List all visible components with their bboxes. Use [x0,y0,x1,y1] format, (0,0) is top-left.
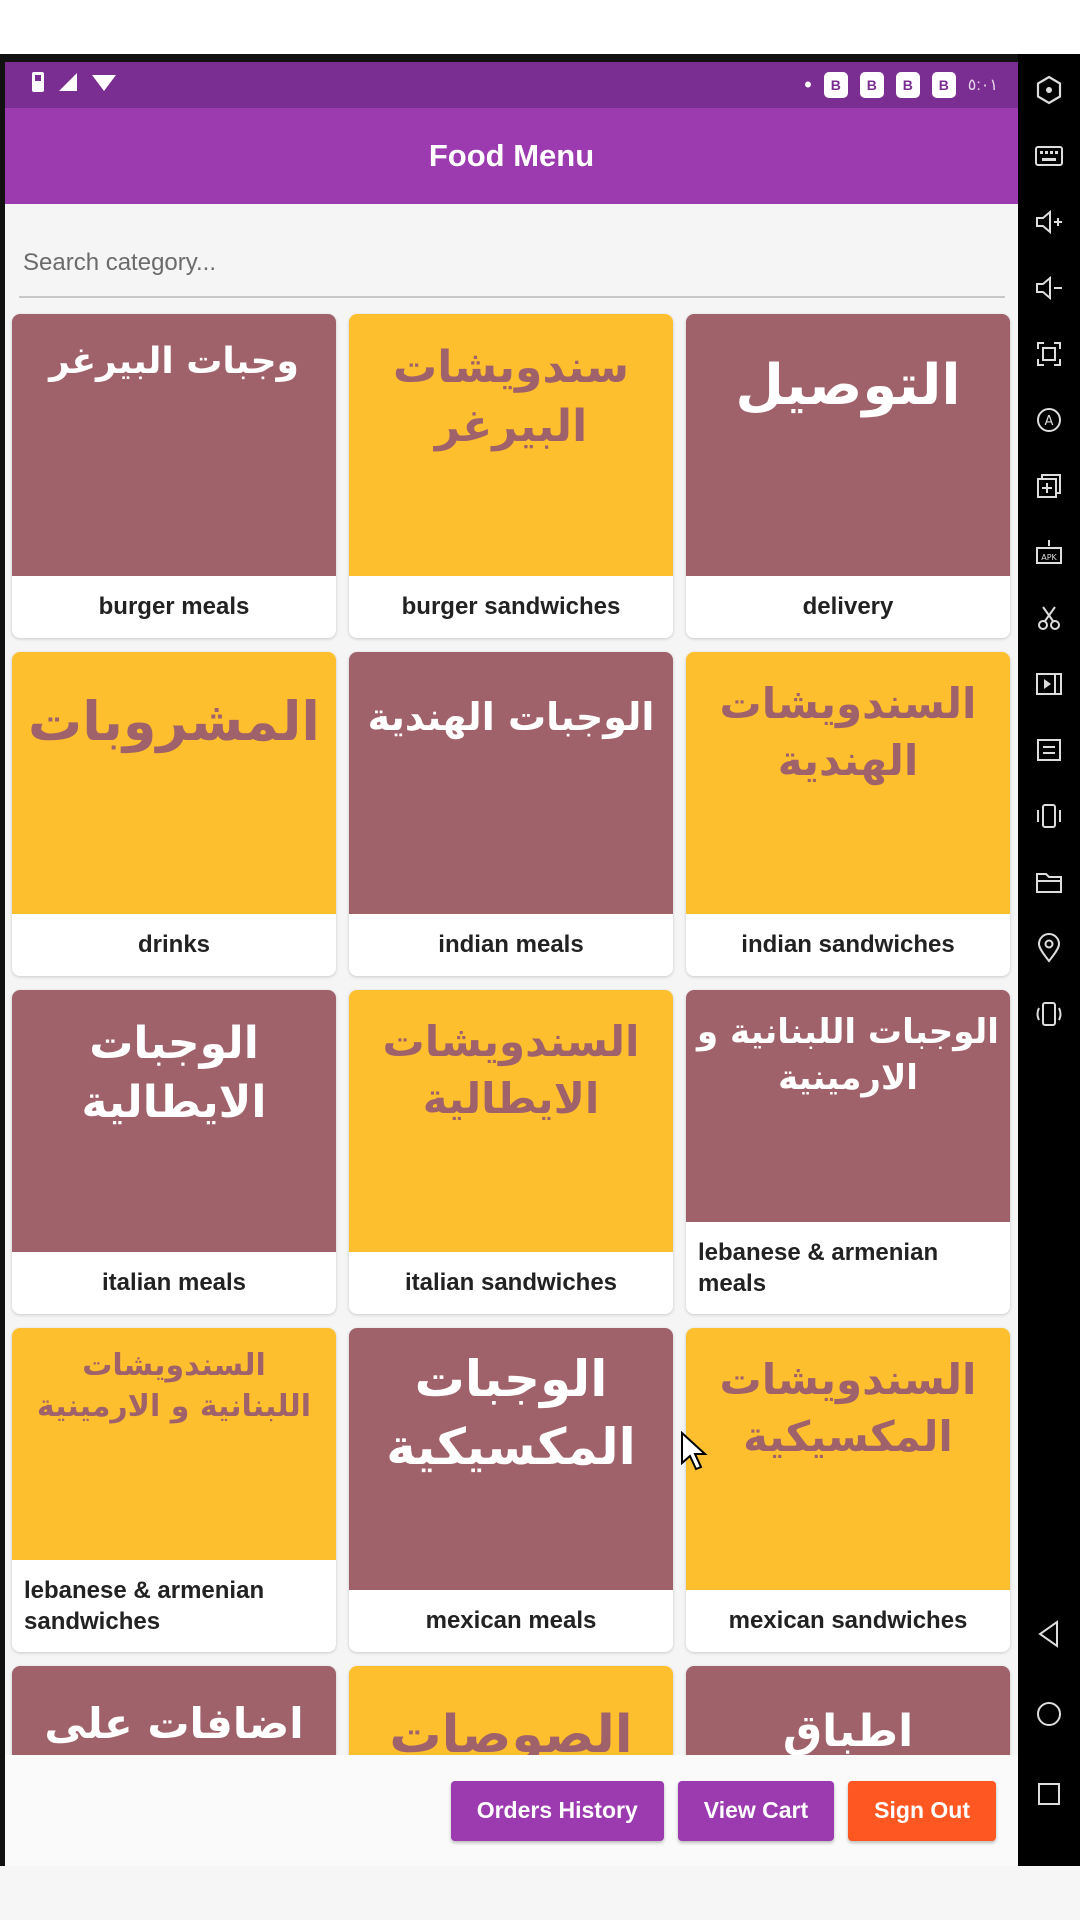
back-icon[interactable] [1029,1614,1069,1654]
category-card-lebanese-armenian-sandwiches[interactable]: السندويشات اللبنانية و الارمينية lebanes… [12,1328,336,1652]
category-label: lebanese & armenian meals [698,1238,939,1297]
recents-icon[interactable] [1029,1774,1069,1814]
category-image: المشروبات [12,652,336,914]
category-card-indian-meals[interactable]: الوجبات الهندية indian meals [349,652,673,976]
category-image: الوجبات الايطالية [12,990,336,1252]
transfer-icon[interactable] [1029,730,1069,770]
category-card-italian-sandwiches[interactable]: السندويشات الايطالية italian sandwiches [349,990,673,1314]
location-icon[interactable] [1029,928,1069,968]
category-arabic-title: المشروبات [28,690,320,753]
app-bar: Food Menu [5,108,1018,204]
category-image: وجبات البيرغر [12,314,336,576]
status-bar: • B B B B ٥:٠١ [5,62,1018,108]
category-arabic-title: السندويشات اللبنانية و الارمينية [36,1348,312,1424]
search-bar [19,230,1005,298]
category-label: indian meals [438,931,584,958]
category-label: drinks [137,931,211,958]
category-image: الوجبات المكسيكية [349,1328,673,1590]
sim-icon [31,71,45,99]
status-dot: • [804,72,812,97]
category-image: السندويشات المكسيكية [686,1328,1010,1590]
emulator-toolbar: A APK [1018,54,1080,1866]
category-arabic-title: اضافات على [44,1699,304,1748]
category-arabic-title: السندويشات الايطالية [382,1017,640,1123]
category-label: burger meals [98,593,250,620]
category-card-mexican-sandwiches[interactable]: السندويشات المكسيكية mexican sandwiches [686,1328,1010,1652]
category-image: السندويشات اللبنانية و الارمينية [12,1328,336,1560]
home-icon[interactable] [1029,1694,1069,1734]
volume-up-icon[interactable] [1029,202,1069,242]
notification-icon-1: B [823,72,848,98]
status-left [31,71,117,99]
power-icon[interactable] [1029,70,1069,110]
category-label: italian sandwiches [404,1269,618,1296]
search-input[interactable] [19,230,1005,296]
notification-icon-3: B [895,72,920,98]
bottom-blank-area [0,1866,1080,1920]
category-card-mexican-meals[interactable]: الوجبات المكسيكية mexican meals [349,1328,673,1652]
sign-out-button[interactable]: Sign Out [848,1780,996,1841]
category-card-burger-sandwiches[interactable]: سندويشات البيرغر burger sandwiches [349,314,673,638]
category-image: سندويشات البيرغر [349,314,673,576]
signal-icon [57,71,79,99]
phone-screen: • B B B B ٥:٠١ Food Menu وجبات البيرغر b… [0,54,1018,1866]
category-label: mexican meals [425,1607,597,1634]
volume-down-icon[interactable] [1029,268,1069,308]
category-image: السندويشات الايطالية [349,990,673,1252]
content-area: وجبات البيرغر burger meals سندويشات البي… [5,204,1018,1808]
category-arabic-title: التوصيل [735,353,961,418]
shake-icon[interactable] [1029,994,1069,1034]
top-blank-area [0,0,1080,54]
category-arabic-title: الوجبات الهندية [367,695,655,739]
category-arabic-title: سندويشات البيرغر [392,342,630,453]
category-arabic-title: الوجبات الايطالية [81,1018,267,1129]
category-card-indian-sandwiches[interactable]: السندويشات الهندية indian sandwiches [686,652,1010,976]
svg-text:APK: APK [1041,553,1057,562]
category-image: الوجبات الهندية [349,652,673,914]
emulator-nav [1018,1614,1080,1814]
category-label: burger sandwiches [401,593,621,620]
category-arabic-title: الوجبات اللبنانية و الارمينية [697,1012,999,1098]
wifi-icon [91,71,117,99]
category-grid: وجبات البيرغر burger meals سندويشات البي… [12,314,1012,1808]
category-image: التوصيل [686,314,1010,576]
category-arabic-title: السندويشات الهندية [719,679,977,785]
folder-icon[interactable] [1029,862,1069,902]
category-card-drinks[interactable]: المشروبات drinks [12,652,336,976]
status-right: • B B B B ٥:٠١ [804,72,998,98]
notification-icon-4: B [931,72,956,98]
category-card-lebanese-armenian-meals[interactable]: الوجبات اللبنانية و الارمينية lebanese &… [686,990,1010,1314]
keyboard-icon[interactable] [1029,136,1069,176]
notification-icon-2: B [859,72,884,98]
add-window-icon[interactable] [1029,466,1069,506]
mouse-cursor-icon [681,1431,708,1471]
screen-record-icon[interactable] [1029,664,1069,704]
category-arabic-title: الوجبات المكسيكية [386,1350,636,1476]
category-card-delivery[interactable]: التوصيل delivery [686,314,1010,638]
auto-rotate-icon[interactable]: A [1029,400,1069,440]
category-label: mexican sandwiches [728,1607,968,1634]
orders-history-button[interactable]: Orders History [450,1780,664,1841]
category-label: delivery [802,593,894,620]
screenshot-icon[interactable] [1029,334,1069,374]
page-title: Food Menu [428,138,595,173]
category-image: الوجبات اللبنانية و الارمينية [686,990,1010,1222]
category-label: italian meals [101,1269,247,1296]
status-time: ٥:٠١ [967,77,998,94]
view-cart-button[interactable]: View Cart [677,1780,835,1841]
svg-text:A: A [1045,414,1054,429]
category-label: indian sandwiches [741,931,955,958]
category-card-burger-meals[interactable]: وجبات البيرغر burger meals [12,314,336,638]
apk-install-icon[interactable]: APK [1029,532,1069,572]
category-card-italian-meals[interactable]: الوجبات الايطالية italian meals [12,990,336,1314]
vibrate-icon[interactable] [1029,796,1069,836]
category-label: lebanese & armenian sandwiches [24,1576,265,1635]
category-arabic-title: وجبات البيرغر [49,341,299,382]
bottom-action-bar: Orders History View Cart Sign Out [5,1755,1018,1866]
cut-icon[interactable] [1029,598,1069,638]
category-arabic-title: السندويشات المكسيكية [719,1355,977,1461]
category-image: السندويشات الهندية [686,652,1010,914]
